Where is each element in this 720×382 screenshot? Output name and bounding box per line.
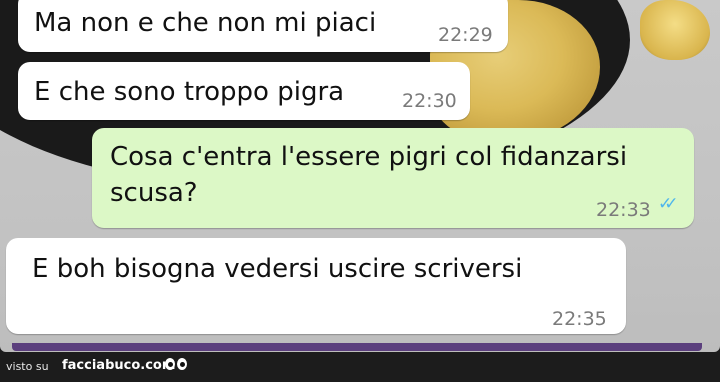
message-time: 22:30 (402, 90, 457, 112)
credit-bar: visto su facciabuco.com (0, 352, 720, 382)
credit-prefix: visto su (6, 360, 49, 373)
message-text-line: scusa? (110, 178, 198, 208)
message-time: 22:29 (438, 24, 493, 46)
message-bubble-outgoing[interactable]: Cosa c'entra l'essere pigri col fidanzar… (92, 128, 694, 228)
message-bubble-incoming[interactable]: E boh bisogna vedersi uscire scriversi 2… (6, 238, 626, 334)
message-time: 22:33 (596, 199, 651, 221)
credit-site-link[interactable]: facciabuco.com (62, 358, 175, 373)
wallpaper-food-piece (640, 0, 710, 60)
message-bubble-incoming[interactable]: E che sono troppo pigra 22:30 (18, 62, 470, 120)
chat-screen: Ma non e che non mi piaci 22:29 E che so… (0, 0, 720, 352)
message-text: E boh bisogna vedersi uscire scriversi (32, 254, 523, 284)
message-time: 22:35 (552, 308, 607, 330)
double-check-icon: ✓✓ (658, 194, 678, 214)
accent-strip (12, 343, 702, 351)
message-bubble-incoming[interactable]: Ma non e che non mi piaci 22:29 (18, 0, 508, 52)
eyes-logo-icon (165, 358, 189, 372)
message-text: E che sono troppo pigra (34, 77, 345, 107)
message-text-line: Cosa c'entra l'essere pigri col fidanzar… (110, 142, 628, 172)
message-text: Ma non e che non mi piaci (34, 8, 377, 38)
